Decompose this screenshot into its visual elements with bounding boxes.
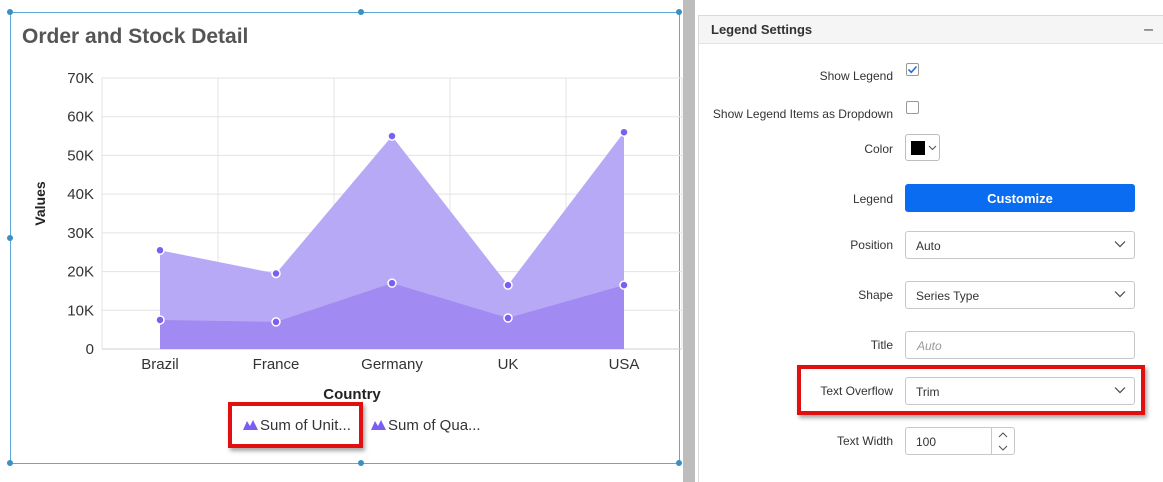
- shape-value: Series Type: [916, 289, 980, 303]
- color-swatch: [911, 141, 925, 155]
- data-point-series-2: [387, 278, 397, 288]
- text-overflow-highlight-box: [797, 365, 1145, 415]
- y-tick-label: 70K: [67, 70, 94, 87]
- check-icon: [907, 65, 918, 74]
- designer-canvas: Order and Stock Detail 0 10K 20K 30K 40K 50K 6…: [0, 0, 683, 482]
- text-width-stepper[interactable]: 100: [905, 427, 1015, 455]
- x-axis-title: Country: [323, 386, 381, 403]
- y-tick-label: 60K: [67, 109, 94, 126]
- panel-title: Legend Settings: [711, 22, 813, 37]
- shape-dropdown[interactable]: Series Type: [905, 281, 1135, 309]
- y-tick-label: 0: [86, 341, 94, 358]
- title-label: Title: [870, 338, 893, 352]
- spin-buttons: [991, 428, 1014, 454]
- chevron-down-icon: [1114, 241, 1126, 248]
- data-point-series-2: [619, 280, 629, 290]
- legend-highlight-box: [228, 402, 363, 448]
- text-width-label: Text Width: [836, 434, 893, 448]
- shape-label: Shape: [858, 288, 893, 302]
- data-point-series-1: [155, 245, 165, 256]
- legend-row: Legend Customize: [699, 184, 1163, 216]
- show-legend-row: Show Legend: [699, 60, 1163, 92]
- show-dropdown-checkbox[interactable]: [906, 101, 919, 114]
- spin-up-button[interactable]: [992, 428, 1014, 441]
- panel-header[interactable]: Legend Settings –: [699, 16, 1163, 44]
- title-input[interactable]: Auto: [905, 331, 1135, 359]
- y-tick-label: 50K: [67, 147, 94, 164]
- data-point-series-1: [503, 280, 513, 290]
- color-picker[interactable]: [905, 134, 940, 161]
- minus-icon[interactable]: –: [1144, 21, 1153, 38]
- x-tick-label: Brazil: [141, 356, 179, 373]
- show-legend-checkbox[interactable]: [906, 63, 919, 76]
- position-row: Position Auto: [699, 230, 1163, 262]
- title-row: Title Auto: [699, 330, 1163, 362]
- title-placeholder: Auto: [917, 339, 942, 353]
- legend-marker-icon: [371, 420, 386, 430]
- position-value: Auto: [916, 239, 941, 253]
- y-axis-title: Values: [32, 181, 48, 226]
- chevron-down-icon: [928, 145, 937, 151]
- panel-splitter[interactable]: [683, 0, 695, 482]
- y-tick-label: 20K: [67, 264, 94, 281]
- chevron-up-icon: [998, 431, 1008, 437]
- legend-item-label: Sum of Qua...: [388, 417, 481, 434]
- data-point-series-2: [155, 315, 165, 325]
- text-width-row: Text Width 100: [699, 427, 1163, 459]
- legend-label: Legend: [852, 192, 893, 206]
- x-tick-label: Germany: [361, 356, 423, 373]
- x-tick-label: UK: [498, 356, 519, 373]
- position-dropdown[interactable]: Auto: [905, 231, 1135, 259]
- data-point-series-2: [503, 313, 513, 323]
- x-tick-label: USA: [609, 356, 640, 373]
- show-legend-label: Show Legend: [819, 69, 893, 83]
- show-dropdown-row: Show Legend Items as Dropdown: [699, 98, 1163, 130]
- show-dropdown-label: Show Legend Items as Dropdown: [712, 107, 893, 121]
- data-point-series-1: [387, 131, 397, 141]
- color-label: Color: [864, 142, 893, 156]
- customize-button[interactable]: Customize: [905, 184, 1135, 212]
- chevron-down-icon: [998, 445, 1008, 451]
- spin-down-button[interactable]: [992, 441, 1014, 454]
- y-tick-label: 40K: [67, 186, 94, 203]
- text-width-value: 100: [916, 435, 937, 449]
- y-tick-label: 10K: [67, 302, 94, 319]
- x-tick-label: France: [253, 356, 300, 373]
- chevron-down-icon: [1114, 291, 1126, 298]
- data-point-series-1: [619, 127, 629, 137]
- color-row: Color: [699, 134, 1163, 166]
- y-tick-label: 30K: [67, 225, 94, 242]
- data-point-series-2: [271, 317, 281, 327]
- position-label: Position: [850, 238, 893, 252]
- data-point-series-1: [271, 268, 281, 279]
- shape-row: Shape Series Type: [699, 280, 1163, 312]
